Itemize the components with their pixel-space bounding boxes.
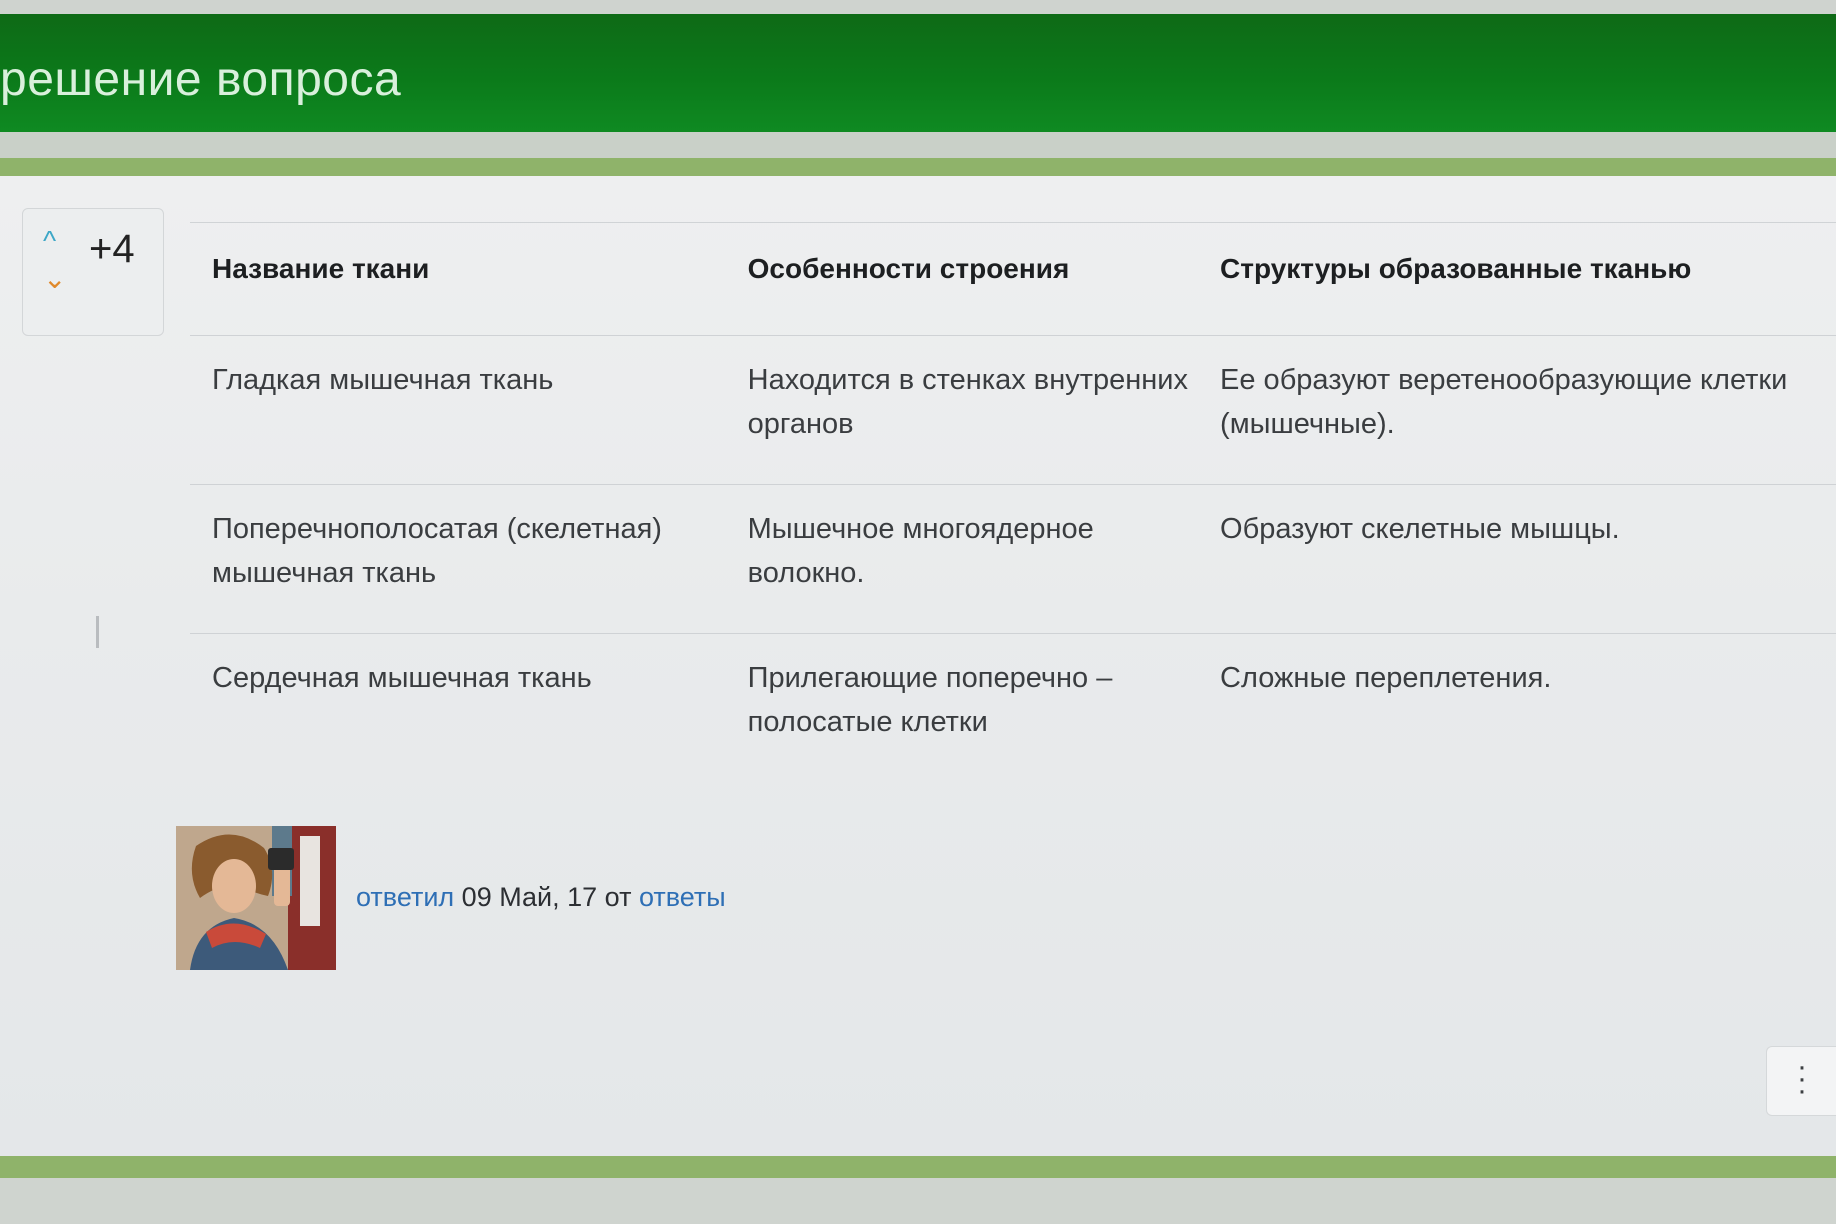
tissue-features-cell: Прилегающие поперечно – полосатые клетки [747,662,1113,738]
header-divider [0,132,1836,158]
muscle-tissue-table: Название ткани Особенности строения Стру… [190,222,1836,782]
column-header-structures: Структуры образованные тканью [1198,222,1836,336]
from-label: от [604,882,632,912]
answer-date: 09 Май, 17 [461,882,598,912]
table-row: Поперечнополосатая (скелетная) мышечная … [190,484,1836,634]
top-strip [0,0,1836,14]
tissue-features-cell: Мышечное многоядерное волокно. [725,484,1199,634]
more-vertical-icon: · · · [1797,1050,1807,1107]
column-header-name: Название ткани [190,222,726,336]
decorative-mark [96,616,99,648]
page-header: решение вопроса [0,14,1836,132]
table-row: Гладкая мышечная ткань Находится в стенк… [190,335,1836,485]
page-title: решение вопроса [0,53,402,106]
vote-box: ^ +4 ⌄ [22,208,164,336]
vote-count: +4 [89,227,135,271]
author-link[interactable]: ответы [639,882,726,912]
tissue-features-cell: Находится в стенках внутренних органов [725,335,1199,485]
chevron-up-icon[interactable]: ^ [43,227,56,255]
tissue-name-cell: Сердечная мышечная ткань [212,662,592,694]
avatar-photo [176,826,336,970]
answer-meta: ответил 09 Май, 17 от ответы [356,882,726,913]
bottom-strip [0,1178,1836,1224]
answered-link[interactable]: ответил [356,882,454,912]
table-header-row: Название ткани Особенности строения Стру… [190,222,1836,336]
tissue-structures-cell: Образуют скелетные мышцы. [1198,484,1836,634]
tissue-structures-cell: Ее образуют веретенообразующие клетки (м… [1198,335,1836,485]
avatar[interactable] [176,826,336,970]
column-header-features: Особенности строения [725,222,1199,336]
tissue-name-cell: Гладкая мышечная ткань [190,335,726,485]
more-options-button[interactable]: · · · [1766,1046,1836,1116]
table-row: Сердечная мышечная ткань Прилегающие поп… [190,634,1836,783]
tissue-name-cell: Поперечнополосатая (скелетная) мышечная … [190,484,726,634]
chevron-down-icon[interactable]: ⌄ [43,265,66,293]
tissue-structures-cell: Сложные переплетения. [1220,662,1552,694]
